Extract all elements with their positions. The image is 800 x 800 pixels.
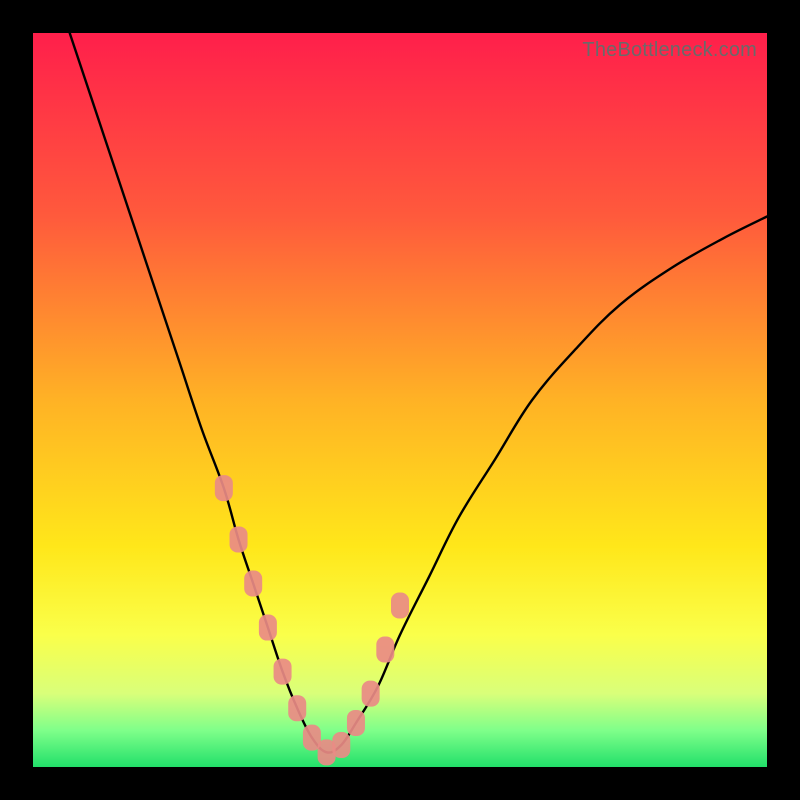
watermark-text: TheBottleneck.com — [582, 39, 757, 62]
bottleneck-curve — [70, 33, 767, 753]
chart-svg — [33, 33, 767, 767]
highlight-markers — [215, 475, 409, 765]
plot-area: TheBottleneck.com — [33, 33, 767, 767]
chart-frame: TheBottleneck.com — [0, 0, 800, 800]
